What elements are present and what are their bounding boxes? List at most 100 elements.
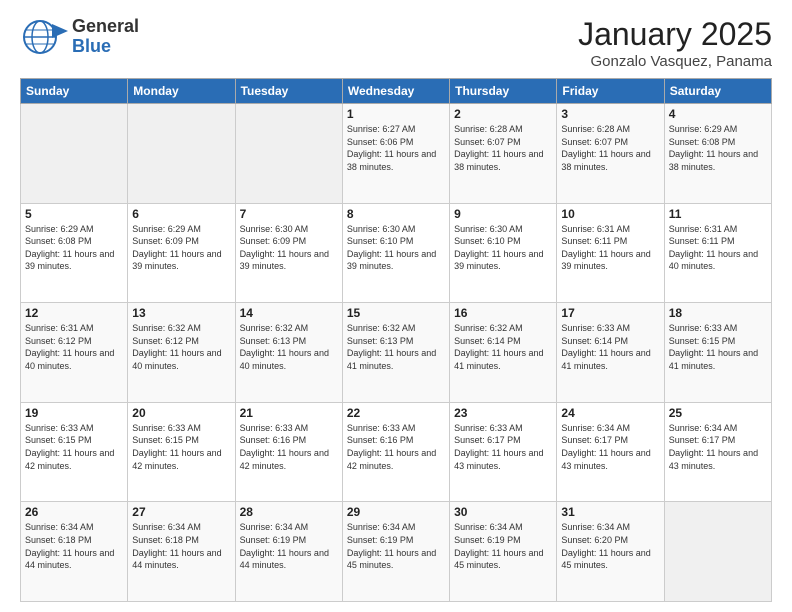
table-row: 3 Sunrise: 6:28 AMSunset: 6:07 PMDaylight… bbox=[557, 104, 664, 204]
table-row: 19 Sunrise: 6:33 AMSunset: 6:15 PMDayligh… bbox=[21, 402, 128, 502]
table-row: 21 Sunrise: 6:33 AMSunset: 6:16 PMDayligh… bbox=[235, 402, 342, 502]
day-info: Sunrise: 6:34 AMSunset: 6:17 PMDaylight:… bbox=[561, 422, 659, 472]
table-row: 22 Sunrise: 6:33 AMSunset: 6:16 PMDayligh… bbox=[342, 402, 449, 502]
table-row: 24 Sunrise: 6:34 AMSunset: 6:17 PMDayligh… bbox=[557, 402, 664, 502]
table-row: 2 Sunrise: 6:28 AMSunset: 6:07 PMDaylight… bbox=[450, 104, 557, 204]
table-row: 4 Sunrise: 6:29 AMSunset: 6:08 PMDaylight… bbox=[664, 104, 771, 204]
day-number: 1 bbox=[347, 107, 445, 121]
day-number: 30 bbox=[454, 505, 552, 519]
day-number: 15 bbox=[347, 306, 445, 320]
day-info: Sunrise: 6:33 AMSunset: 6:16 PMDaylight:… bbox=[240, 422, 338, 472]
table-row: 9Sunrise: 6:30 AMSunset: 6:10 PMDaylight… bbox=[450, 203, 557, 303]
day-number: 23 bbox=[454, 406, 552, 420]
day-number: 28 bbox=[240, 505, 338, 519]
day-number: 11 bbox=[669, 207, 767, 221]
day-number: 25 bbox=[669, 406, 767, 420]
day-info: Sunrise: 6:34 AMSunset: 6:19 PMDaylight:… bbox=[347, 521, 445, 571]
day-number: 20 bbox=[132, 406, 230, 420]
day-info: Sunrise: 6:30 AMSunset: 6:09 PMDaylight:… bbox=[240, 223, 338, 273]
calendar: Sunday Monday Tuesday Wednesday Thursday… bbox=[20, 78, 772, 602]
day-info: Sunrise: 6:34 AMSunset: 6:19 PMDaylight:… bbox=[454, 521, 552, 571]
location-subtitle: Gonzalo Vasquez, Panama bbox=[578, 53, 772, 70]
day-number: 2 bbox=[454, 107, 552, 121]
table-row: 12 Sunrise: 6:31 AMSunset: 6:12 PMDayligh… bbox=[21, 303, 128, 403]
calendar-week-row: 26 Sunrise: 6:34 AMSunset: 6:18 PMDayligh… bbox=[21, 502, 772, 602]
day-info: Sunrise: 6:34 AMSunset: 6:17 PMDaylight:… bbox=[669, 422, 767, 472]
table-row: 20Sunrise: 6:33 AMSunset: 6:15 PMDayligh… bbox=[128, 402, 235, 502]
weekday-header-row: Sunday Monday Tuesday Wednesday Thursday… bbox=[21, 79, 772, 104]
table-row: 27 Sunrise: 6:34 AMSunset: 6:18 PMDayligh… bbox=[128, 502, 235, 602]
day-number: 4 bbox=[669, 107, 767, 121]
day-number: 21 bbox=[240, 406, 338, 420]
day-number: 27 bbox=[132, 505, 230, 519]
table-row: 17Sunrise: 6:33 AMSunset: 6:14 PMDayligh… bbox=[557, 303, 664, 403]
day-number: 24 bbox=[561, 406, 659, 420]
day-info: Sunrise: 6:34 AMSunset: 6:18 PMDaylight:… bbox=[132, 521, 230, 571]
table-row: 26 Sunrise: 6:34 AMSunset: 6:18 PMDayligh… bbox=[21, 502, 128, 602]
logo-text: General Blue bbox=[72, 17, 139, 57]
day-number: 12 bbox=[25, 306, 123, 320]
table-row bbox=[235, 104, 342, 204]
page: General Blue January 2025 Gonzalo Vasque… bbox=[0, 0, 792, 612]
day-number: 10 bbox=[561, 207, 659, 221]
day-info: Sunrise: 6:32 AMSunset: 6:12 PMDaylight:… bbox=[132, 322, 230, 372]
header-friday: Friday bbox=[557, 79, 664, 104]
calendar-week-row: 12 Sunrise: 6:31 AMSunset: 6:12 PMDayligh… bbox=[21, 303, 772, 403]
day-info: Sunrise: 6:28 AMSunset: 6:07 PMDaylight:… bbox=[561, 123, 659, 173]
day-number: 29 bbox=[347, 505, 445, 519]
logo-general: General bbox=[72, 17, 139, 37]
day-number: 19 bbox=[25, 406, 123, 420]
table-row: 29 Sunrise: 6:34 AMSunset: 6:19 PMDayligh… bbox=[342, 502, 449, 602]
table-row: 25 Sunrise: 6:34 AMSunset: 6:17 PMDayligh… bbox=[664, 402, 771, 502]
day-info: Sunrise: 6:31 AMSunset: 6:12 PMDaylight:… bbox=[25, 322, 123, 372]
table-row: 28 Sunrise: 6:34 AMSunset: 6:19 PMDayligh… bbox=[235, 502, 342, 602]
globe-icon bbox=[20, 16, 68, 58]
day-info: Sunrise: 6:32 AMSunset: 6:13 PMDaylight:… bbox=[240, 322, 338, 372]
calendar-week-row: 19 Sunrise: 6:33 AMSunset: 6:15 PMDayligh… bbox=[21, 402, 772, 502]
table-row: 23Sunrise: 6:33 AMSunset: 6:17 PMDayligh… bbox=[450, 402, 557, 502]
day-info: Sunrise: 6:34 AMSunset: 6:19 PMDaylight:… bbox=[240, 521, 338, 571]
day-number: 3 bbox=[561, 107, 659, 121]
day-info: Sunrise: 6:30 AMSunset: 6:10 PMDaylight:… bbox=[347, 223, 445, 273]
day-info: Sunrise: 6:33 AMSunset: 6:15 PMDaylight:… bbox=[669, 322, 767, 372]
table-row: 18Sunrise: 6:33 AMSunset: 6:15 PMDayligh… bbox=[664, 303, 771, 403]
day-number: 26 bbox=[25, 505, 123, 519]
header-wednesday: Wednesday bbox=[342, 79, 449, 104]
day-number: 8 bbox=[347, 207, 445, 221]
table-row: 6Sunrise: 6:29 AMSunset: 6:09 PMDaylight… bbox=[128, 203, 235, 303]
day-info: Sunrise: 6:29 AMSunset: 6:09 PMDaylight:… bbox=[132, 223, 230, 273]
day-info: Sunrise: 6:34 AMSunset: 6:20 PMDaylight:… bbox=[561, 521, 659, 571]
day-info: Sunrise: 6:34 AMSunset: 6:18 PMDaylight:… bbox=[25, 521, 123, 571]
table-row: 16 Sunrise: 6:32 AMSunset: 6:14 PMDayligh… bbox=[450, 303, 557, 403]
day-info: Sunrise: 6:33 AMSunset: 6:16 PMDaylight:… bbox=[347, 422, 445, 472]
day-info: Sunrise: 6:31 AMSunset: 6:11 PMDaylight:… bbox=[561, 223, 659, 273]
day-info: Sunrise: 6:27 AMSunset: 6:06 PMDaylight:… bbox=[347, 123, 445, 173]
day-number: 16 bbox=[454, 306, 552, 320]
table-row bbox=[21, 104, 128, 204]
table-row: 8 Sunrise: 6:30 AMSunset: 6:10 PMDaylight… bbox=[342, 203, 449, 303]
table-row: 7 Sunrise: 6:30 AMSunset: 6:09 PMDaylight… bbox=[235, 203, 342, 303]
logo: General Blue bbox=[20, 16, 139, 58]
day-info: Sunrise: 6:29 AMSunset: 6:08 PMDaylight:… bbox=[669, 123, 767, 173]
table-row: 30 Sunrise: 6:34 AMSunset: 6:19 PMDayligh… bbox=[450, 502, 557, 602]
day-number: 22 bbox=[347, 406, 445, 420]
day-info: Sunrise: 6:30 AMSunset: 6:10 PMDaylight:… bbox=[454, 223, 552, 273]
day-info: Sunrise: 6:29 AMSunset: 6:08 PMDaylight:… bbox=[25, 223, 123, 273]
day-info: Sunrise: 6:32 AMSunset: 6:14 PMDaylight:… bbox=[454, 322, 552, 372]
table-row: 5Sunrise: 6:29 AMSunset: 6:08 PMDaylight… bbox=[21, 203, 128, 303]
header-thursday: Thursday bbox=[450, 79, 557, 104]
day-info: Sunrise: 6:32 AMSunset: 6:13 PMDaylight:… bbox=[347, 322, 445, 372]
day-info: Sunrise: 6:28 AMSunset: 6:07 PMDaylight:… bbox=[454, 123, 552, 173]
header: General Blue January 2025 Gonzalo Vasque… bbox=[20, 16, 772, 70]
month-title: January 2025 bbox=[578, 16, 772, 53]
day-number: 14 bbox=[240, 306, 338, 320]
calendar-week-row: 1 Sunrise: 6:27 AMSunset: 6:06 PMDaylight… bbox=[21, 104, 772, 204]
header-monday: Monday bbox=[128, 79, 235, 104]
table-row: 14 Sunrise: 6:32 AMSunset: 6:13 PMDayligh… bbox=[235, 303, 342, 403]
day-info: Sunrise: 6:33 AMSunset: 6:15 PMDaylight:… bbox=[25, 422, 123, 472]
title-block: January 2025 Gonzalo Vasquez, Panama bbox=[578, 16, 772, 70]
table-row: 13Sunrise: 6:32 AMSunset: 6:12 PMDayligh… bbox=[128, 303, 235, 403]
table-row: 11Sunrise: 6:31 AMSunset: 6:11 PMDayligh… bbox=[664, 203, 771, 303]
day-number: 7 bbox=[240, 207, 338, 221]
day-info: Sunrise: 6:33 AMSunset: 6:14 PMDaylight:… bbox=[561, 322, 659, 372]
